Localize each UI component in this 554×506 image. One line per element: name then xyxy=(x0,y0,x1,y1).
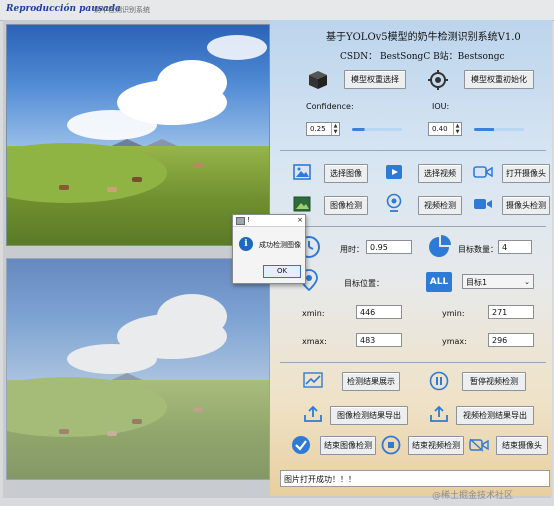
window-title: 奶牛检测识别系统 xyxy=(94,6,150,14)
webcam-icon xyxy=(384,192,404,214)
end-video-detect-button[interactable]: 结束视频检测 xyxy=(408,436,464,455)
iou-value: 0.40 xyxy=(432,125,448,133)
cube-icon xyxy=(306,68,330,92)
open-camera-button[interactable]: 打开摄像头 xyxy=(502,164,550,183)
target-select-value: 目标1 xyxy=(466,278,488,287)
select-image-button[interactable]: 选择图像 xyxy=(324,164,368,183)
image-detect-button[interactable]: 图像检测 xyxy=(324,196,368,215)
end-camera-button[interactable]: 结束摄像头 xyxy=(496,436,548,455)
time-field: 0.95 xyxy=(366,240,412,254)
author-line: CSDN： BestSongC B站：Bestsongc xyxy=(340,52,505,62)
image-icon xyxy=(292,162,312,182)
export-image-results-button[interactable]: 图像检测结果导出 xyxy=(330,406,408,425)
detected-image-view xyxy=(6,258,270,480)
select-video-button[interactable]: 选择视频 xyxy=(418,164,462,183)
message-dialog: ! × i 成功检测图像 OK xyxy=(232,214,306,284)
video-icon xyxy=(384,162,404,182)
camera-detect-button[interactable]: 摄像头检测 xyxy=(502,196,550,215)
camera-detect-icon xyxy=(472,196,494,212)
confidence-spinbox[interactable]: 0.25 ▲ ▼ xyxy=(306,122,340,136)
check-circle-icon xyxy=(290,434,312,456)
model-weight-select-button[interactable]: 模型权重选择 xyxy=(344,70,406,89)
ymin-label: ymin: xyxy=(442,309,465,318)
pie-chart-icon xyxy=(426,234,452,260)
all-icon: ALL xyxy=(426,272,452,292)
watermark: @稀土掘金技术社区 xyxy=(432,491,514,501)
line-chart-icon xyxy=(302,370,324,390)
export-video-results-button[interactable]: 视频检测结果导出 xyxy=(456,406,534,425)
xmax-label: xmax: xyxy=(302,337,327,346)
stop-icon xyxy=(380,434,402,456)
end-image-detect-button[interactable]: 结束图像检测 xyxy=(320,436,376,455)
original-image-view xyxy=(6,24,270,246)
upload-icon xyxy=(428,404,450,424)
image-detect-icon xyxy=(292,194,312,214)
confidence-label: Confidence: xyxy=(306,102,354,111)
target-gear-icon xyxy=(426,68,450,92)
xmin-field: 446 xyxy=(356,305,402,319)
target-count-field: 4 xyxy=(498,240,532,254)
xmax-field: 483 xyxy=(356,333,402,347)
ymin-field: 271 xyxy=(488,305,534,319)
ymax-field: 296 xyxy=(488,333,534,347)
upload-icon xyxy=(302,404,324,424)
show-results-button[interactable]: 检测结果展示 xyxy=(342,372,400,391)
target-count-label: 目标数量： xyxy=(458,245,498,254)
target-select-dropdown[interactable]: 目标1 ⌄ xyxy=(462,274,534,289)
close-icon[interactable]: × xyxy=(297,215,303,226)
iou-spinbox[interactable]: 0.40 ▲ ▼ xyxy=(428,122,462,136)
title-bar: Reproducción pausada 奶牛检测识别系统 xyxy=(0,0,554,21)
app-title: 基于YOLOv5模型的奶牛检测识别系统V1.0 xyxy=(326,32,521,43)
camera-icon xyxy=(472,162,494,182)
iou-label: IOU: xyxy=(432,102,450,111)
iou-slider[interactable] xyxy=(474,128,524,131)
camera-off-icon xyxy=(468,436,490,454)
xmin-label: xmin: xyxy=(302,309,325,318)
dialog-title: ! xyxy=(247,216,250,224)
time-label: 用时： xyxy=(340,245,364,254)
confidence-slider[interactable] xyxy=(352,128,402,131)
dialog-title-bar: ! × xyxy=(233,215,305,227)
video-detect-button[interactable]: 视频检测 xyxy=(418,196,462,215)
confidence-value: 0.25 xyxy=(310,125,326,133)
info-icon: i xyxy=(239,237,253,251)
control-panel: 基于YOLOv5模型的奶牛检测识别系统V1.0 CSDN： BestSongC … xyxy=(270,20,552,496)
app-icon xyxy=(236,217,245,225)
ymax-label: ymax: xyxy=(442,337,467,346)
status-bar: 图片打开成功！！！ xyxy=(280,470,550,487)
model-weight-init-button[interactable]: 模型权重初始化 xyxy=(464,70,534,89)
spin-arrows-icon[interactable]: ▲ ▼ xyxy=(331,123,339,135)
spin-arrows-icon[interactable]: ▲ ▼ xyxy=(453,123,461,135)
target-position-label: 目标位置： xyxy=(344,279,384,288)
ok-button[interactable]: OK xyxy=(263,265,301,278)
pause-video-button[interactable]: 暂停视频检测 xyxy=(462,372,526,391)
pause-icon xyxy=(428,370,450,392)
chevron-down-icon[interactable]: ⌄ xyxy=(524,275,530,290)
dialog-message: 成功检测图像 xyxy=(259,241,301,249)
